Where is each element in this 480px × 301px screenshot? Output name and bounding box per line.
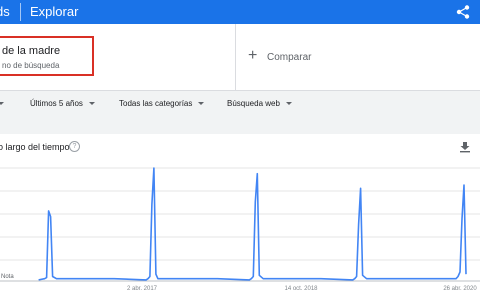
- chart-annotation[interactable]: Nota: [1, 274, 14, 280]
- time-range-label: Últimos 5 años: [30, 99, 83, 108]
- compare-panel: de la madre no de búsqueda + Comparar: [0, 24, 480, 91]
- category-dropdown[interactable]: Todas las categorías: [119, 99, 205, 108]
- series-line[interactable]: [38, 167, 467, 281]
- compare-label: Comparar: [267, 52, 312, 63]
- search-term-name: de la madre: [2, 45, 61, 57]
- interest-line-chart: 2 abr. 2017 14 oct. 2018 26 abr. 2020 Nota: [0, 167, 480, 292]
- download-icon[interactable]: [459, 141, 471, 153]
- filter-bar: Últimos 5 años Todas las categorías Búsq…: [0, 91, 480, 117]
- brand-title[interactable]: ds: [0, 4, 10, 19]
- interest-over-time-card: o largo del tiempo ? 2 abr. 2017 14 oct. …: [0, 134, 480, 301]
- chevron-down-icon: [285, 102, 292, 105]
- column-divider: [235, 24, 236, 90]
- chevron-down-icon: [198, 102, 205, 105]
- time-range-dropdown[interactable]: Últimos 5 años: [30, 99, 95, 108]
- chevron-down-icon: [88, 102, 95, 105]
- top-app-bar: ds Explorar: [0, 0, 480, 24]
- x-tick-label: 2 abr. 2017: [127, 286, 158, 292]
- chevron-down-icon: [0, 102, 4, 105]
- header-divider: [20, 3, 21, 21]
- plus-icon: +: [248, 47, 258, 64]
- help-icon[interactable]: ?: [69, 141, 80, 152]
- x-tick-label: 26 abr. 2020: [443, 286, 477, 292]
- search-type-dropdown[interactable]: Búsqueda web: [227, 99, 292, 108]
- category-label: Todas las categorías: [119, 99, 193, 108]
- share-icon[interactable]: [455, 4, 471, 20]
- card-title: o largo del tiempo: [0, 142, 70, 152]
- search-term-type: no de búsqueda: [2, 61, 60, 70]
- x-tick-label: 14 oct. 2018: [284, 286, 318, 292]
- search-type-label: Búsqueda web: [227, 99, 280, 108]
- explore-nav-link[interactable]: Explorar: [30, 4, 78, 19]
- search-term-card[interactable]: de la madre no de búsqueda: [0, 36, 94, 76]
- region-dropdown[interactable]: [0, 99, 4, 108]
